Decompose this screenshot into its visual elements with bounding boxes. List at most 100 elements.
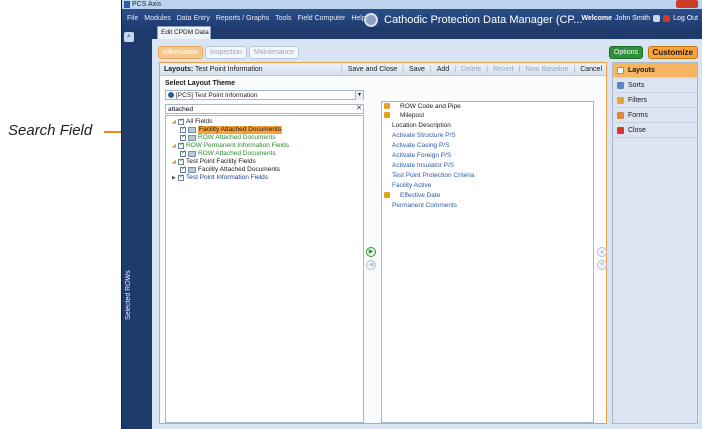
layout-theme-title: Select Layout Theme bbox=[165, 80, 236, 87]
list-item[interactable]: Activate Casing P/S bbox=[392, 141, 449, 150]
save-and-close-button[interactable]: Save and Close bbox=[348, 63, 397, 76]
search-input[interactable] bbox=[165, 104, 364, 114]
tree-row[interactable]: ▶ Test Point Information Fields bbox=[172, 173, 269, 182]
menu-items: File Modules Data Entry Reports / Graphs… bbox=[127, 15, 366, 22]
nav-sorts-label: Sorts bbox=[628, 82, 645, 89]
tree-row[interactable]: ◢ ROW Permanent Information Fields bbox=[172, 141, 289, 150]
module-logo-icon bbox=[364, 12, 378, 27]
nav-forms[interactable]: Forms bbox=[613, 108, 697, 123]
list-item[interactable]: ROW Code and Pipe bbox=[400, 102, 461, 111]
layout-theme-value: [PCS] Test Point Information bbox=[176, 92, 258, 99]
side-navigation: Layouts Sorts Filters Forms Close bbox=[612, 62, 698, 424]
tab-edit-cpdm-data[interactable]: Edit CPDM Data ✕ bbox=[157, 26, 211, 48]
customize-button[interactable]: Customize bbox=[647, 46, 698, 59]
chevron-down-icon[interactable]: ▾ bbox=[355, 91, 363, 100]
tree-row[interactable]: ◢ All Fields bbox=[172, 117, 212, 126]
tree-label: Facility Attached Documents bbox=[198, 126, 283, 134]
menu-reports-graphs[interactable]: Reports / Graphs bbox=[216, 15, 269, 22]
nav-filters-label: Filters bbox=[628, 97, 648, 104]
tree-label: Test Point Information Fields bbox=[186, 174, 269, 181]
close-window-button[interactable] bbox=[676, 0, 698, 8]
sort-icon bbox=[617, 82, 624, 89]
lock-icon bbox=[384, 103, 390, 109]
menu-tools[interactable]: Tools bbox=[275, 15, 291, 22]
module-title-text: Cathodic Protection Data Manager (CP... bbox=[384, 13, 583, 26]
window-title: PCS Axis bbox=[132, 1, 162, 8]
menu-modules[interactable]: Modules bbox=[144, 15, 170, 22]
subtabs: Information Inspection Maintenance bbox=[158, 46, 300, 59]
move-down-icon[interactable]: ▼ bbox=[597, 260, 607, 270]
tree-row[interactable]: Facility Attached Documents bbox=[180, 165, 281, 174]
list-item[interactable]: Activate Foreign P/S bbox=[392, 151, 451, 160]
close-icon bbox=[617, 127, 624, 134]
list-item[interactable]: Test Point Protection Criteria bbox=[392, 171, 474, 180]
layout-theme-select[interactable]: [PCS] Test Point Information ▾ bbox=[165, 90, 364, 100]
search-icon[interactable]: ⌕ bbox=[124, 32, 134, 42]
tree-row[interactable]: ROW Attached Documents bbox=[180, 149, 276, 158]
layouts-icon bbox=[617, 67, 624, 74]
layouts-label: Layouts: Test Point Information bbox=[164, 63, 263, 76]
layout-toolbar: Layouts: Test Point Information | Save a… bbox=[160, 63, 606, 76]
list-item[interactable]: Effective Date bbox=[400, 191, 440, 200]
nav-layouts[interactable]: Layouts bbox=[613, 63, 697, 78]
layouts-label-text: Layouts: bbox=[164, 66, 194, 73]
window-titlebar: PCS Axis bbox=[122, 0, 702, 9]
selected-fields-list: ROW Code and Pipe Milepost Location Desc… bbox=[381, 101, 594, 423]
app-icon bbox=[124, 1, 130, 8]
welcome-label: Welcome bbox=[581, 15, 613, 22]
tree-label: Facility Attached Documents bbox=[198, 166, 281, 173]
menu-data-entry[interactable]: Data Entry bbox=[177, 15, 210, 22]
layouts-value: Test Point Information bbox=[195, 66, 263, 73]
field-icon bbox=[188, 151, 196, 157]
selected-rows-label[interactable]: Selected ROWs bbox=[125, 260, 134, 320]
user-name: John Smith bbox=[615, 15, 651, 22]
layout-panel: Layouts: Test Point Information | Save a… bbox=[159, 62, 607, 424]
help-icon[interactable] bbox=[653, 15, 661, 22]
logout-icon[interactable] bbox=[663, 15, 671, 22]
list-item[interactable]: Activate Structure P/S bbox=[392, 131, 456, 140]
delete-button[interactable]: Delete bbox=[461, 63, 481, 76]
clear-search-icon[interactable]: ✕ bbox=[355, 105, 363, 113]
remove-field-arrow-icon[interactable]: ◀ bbox=[366, 260, 376, 270]
save-button[interactable]: Save bbox=[409, 63, 425, 76]
forms-icon bbox=[617, 112, 624, 119]
tree-label: ROW Permanent Information Fields bbox=[186, 142, 289, 149]
tab-maintenance[interactable]: Maintenance bbox=[248, 46, 300, 59]
menu-file[interactable]: File bbox=[127, 15, 138, 22]
tab-information[interactable]: Information bbox=[158, 46, 204, 59]
app-window: PCS Axis File Modules Data Entry Reports… bbox=[121, 0, 702, 429]
tree-label: ROW Attached Documents bbox=[198, 150, 276, 157]
move-up-icon[interactable]: ▲ bbox=[597, 247, 607, 257]
list-item[interactable]: Permanent Comments bbox=[392, 201, 457, 210]
tree-label: ROW Attached Documents bbox=[198, 134, 276, 141]
nav-filters[interactable]: Filters bbox=[613, 93, 697, 108]
cancel-button[interactable]: Cancel bbox=[580, 63, 602, 76]
options-button[interactable]: Options bbox=[608, 46, 643, 59]
revert-button[interactable]: Revert bbox=[493, 63, 514, 76]
menu-field-computer[interactable]: Field Computer bbox=[297, 15, 345, 22]
nav-sorts[interactable]: Sorts bbox=[613, 78, 697, 93]
nav-close[interactable]: Close bbox=[613, 123, 697, 138]
welcome-area: Welcome John Smith Log Out bbox=[581, 15, 698, 22]
lock-icon bbox=[384, 112, 390, 118]
tab-inspection[interactable]: Inspection bbox=[205, 46, 247, 59]
list-item[interactable]: Facility Active bbox=[392, 181, 431, 190]
tree-row[interactable]: ROW Attached Documents bbox=[180, 133, 276, 142]
lock-icon bbox=[384, 192, 390, 198]
list-item[interactable]: Location Description bbox=[392, 121, 451, 130]
nav-forms-label: Forms bbox=[628, 112, 648, 119]
logout-link[interactable]: Log Out bbox=[673, 15, 698, 22]
globe-icon bbox=[168, 92, 174, 98]
add-button[interactable]: Add bbox=[437, 63, 449, 76]
module-title: Cathodic Protection Data Manager (CP... bbox=[364, 11, 583, 28]
checkbox[interactable] bbox=[178, 173, 184, 181]
list-item[interactable]: Activate Insulator P/S bbox=[392, 161, 454, 170]
list-item[interactable]: Milepost bbox=[400, 111, 424, 120]
tab-edit-cpdm-data-label: Edit CPDM Data bbox=[161, 29, 209, 36]
toolbar-actions: | Save and Close | Save | Add | Delete |… bbox=[341, 63, 602, 76]
tree-label: Test Point Facility Fields bbox=[186, 158, 256, 165]
new-baseline-button[interactable]: New Baseline bbox=[526, 63, 569, 76]
tree-row[interactable]: Facility Attached Documents bbox=[180, 125, 283, 134]
field-tree: ◢ All Fields Facility Attached Documents… bbox=[165, 115, 364, 423]
add-field-arrow-icon[interactable]: ▶ bbox=[366, 247, 376, 257]
